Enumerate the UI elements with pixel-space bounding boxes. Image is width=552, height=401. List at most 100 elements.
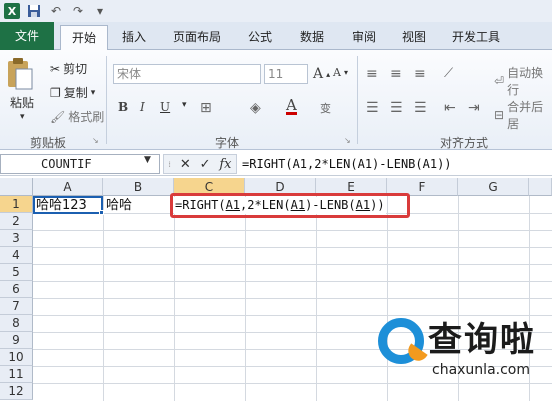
font-launcher-icon[interactable]: ↘	[344, 136, 351, 145]
paste-icon[interactable]	[6, 56, 36, 92]
bold-icon[interactable]: B	[118, 100, 128, 114]
row-header-3[interactable]: 3	[0, 230, 33, 247]
gridline	[33, 281, 552, 282]
highlight-box	[170, 193, 410, 218]
watermark-text: 查询啦	[428, 320, 536, 360]
merge-icon: ⊟	[494, 108, 505, 122]
format-painter-label: 格式刷	[68, 110, 105, 124]
watermark-url: chaxunla.com	[432, 362, 530, 378]
phonetic-icon[interactable]: 变	[320, 100, 331, 116]
row-header-11[interactable]: 11	[0, 366, 33, 383]
tab-formulas[interactable]: 公式	[238, 25, 282, 50]
orientation-icon[interactable]: ⟋	[444, 66, 453, 81]
group-label-font: 字体	[215, 136, 240, 150]
tab-insert[interactable]: 插入	[112, 25, 156, 50]
excel-icon[interactable]: X	[4, 3, 20, 19]
align-bottom-icon[interactable]: ≡	[414, 66, 426, 82]
font-name-combo[interactable]: 宋体	[113, 64, 261, 84]
column-header-b[interactable]: B	[103, 178, 174, 196]
tab-review[interactable]: 审阅	[342, 25, 386, 50]
column-header-g[interactable]: G	[458, 178, 529, 196]
splitter-icon: ⁞	[168, 159, 171, 169]
align-left-icon[interactable]: ☰	[366, 100, 379, 116]
row-header-2[interactable]: 2	[0, 213, 33, 230]
row-header-5[interactable]: 5	[0, 264, 33, 281]
save-icon[interactable]	[26, 3, 42, 19]
cell-selection-outline	[33, 196, 103, 214]
paste-button[interactable]: 粘贴	[10, 94, 34, 111]
cancel-icon[interactable]: ✕	[180, 157, 191, 172]
outdent-icon[interactable]: ⇥	[468, 100, 480, 116]
align-middle-icon[interactable]: ≡	[390, 66, 402, 82]
name-box-dropdown-icon[interactable]: ▼	[144, 155, 151, 165]
row-header-7[interactable]: 7	[0, 298, 33, 315]
undo-icon[interactable]: ↶	[48, 3, 64, 19]
cut-label: 剪切	[63, 62, 88, 76]
customize-qat-icon[interactable]: ▾	[92, 3, 108, 19]
scissors-icon: ✂	[50, 61, 61, 76]
gridline	[33, 230, 552, 231]
align-right-icon[interactable]: ☰	[414, 100, 427, 116]
borders-icon[interactable]: ⊞	[200, 100, 212, 116]
paste-dropdown-icon[interactable]: ▾	[20, 112, 25, 122]
tab-page-layout[interactable]: 页面布局	[166, 25, 228, 50]
wrap-text-icon: ⏎	[494, 74, 505, 88]
select-all-corner[interactable]	[0, 178, 33, 196]
quick-access-toolbar: X ↶ ↷ ▾	[0, 0, 552, 22]
copy-label: 复制	[63, 86, 88, 100]
align-center-icon[interactable]: ☰	[390, 100, 403, 116]
column-header-partial[interactable]	[529, 178, 552, 196]
italic-icon[interactable]: I	[140, 100, 145, 114]
brush-icon: 🖌	[50, 109, 66, 124]
formula-buttons: ⁞ ✕ ✓ fx	[163, 154, 237, 174]
fill-handle[interactable]	[99, 210, 104, 215]
redo-icon[interactable]: ↷	[70, 3, 86, 19]
group-label-clipboard: 剪贴板	[30, 136, 67, 150]
row-header-4[interactable]: 4	[0, 247, 33, 264]
cut-button[interactable]: ✂ 剪切	[50, 60, 87, 77]
row-header-12[interactable]: 12	[0, 383, 33, 400]
row-header-1[interactable]: 1	[0, 196, 33, 213]
enter-icon[interactable]: ✓	[200, 157, 211, 172]
ribbon-separator	[357, 56, 358, 144]
formula-bar: COUNTIF ▼ ⁞ ✕ ✓ fx =RIGHT(A1,2*LEN(A1)-L…	[0, 152, 552, 176]
merge-center-button[interactable]: ⊟ 合并后居	[494, 98, 552, 132]
gridline	[33, 264, 552, 265]
ribbon-separator	[106, 56, 107, 144]
tab-developer[interactable]: 开发工具	[444, 25, 508, 50]
gridline	[33, 247, 552, 248]
copy-button[interactable]: ❐ 复制 ▾	[50, 84, 95, 101]
merge-label: 合并后居	[507, 100, 544, 131]
clipboard-launcher-icon[interactable]: ↘	[92, 136, 99, 145]
row-header-9[interactable]: 9	[0, 332, 33, 349]
align-top-icon[interactable]: ≡	[366, 66, 378, 82]
insert-function-icon[interactable]: fx	[219, 157, 231, 172]
ribbon-home: 粘贴 ▾ ✂ 剪切 ❐ 复制 ▾ 🖌 格式刷 剪贴板 ↘ 宋体 11 A ▴ A ▾ B I…	[0, 50, 552, 150]
underline-dropdown-icon[interactable]: ▾	[182, 100, 187, 110]
font-size-combo[interactable]: 11	[264, 64, 308, 84]
fill-color-icon[interactable]: ◈	[250, 100, 261, 116]
formula-input[interactable]: =RIGHT(A1,2*LEN(A1)-LENB(A1))	[240, 154, 552, 174]
shrink-font-icon[interactable]: A ▾	[333, 66, 348, 79]
tab-home[interactable]: 开始	[60, 25, 108, 51]
watermark-logo: 查询啦 chaxunla.com	[378, 318, 552, 382]
copy-dropdown-icon: ▾	[90, 87, 96, 98]
gridline	[33, 298, 552, 299]
format-painter-button[interactable]: 🖌 格式刷	[50, 108, 104, 125]
row-header-10[interactable]: 10	[0, 349, 33, 366]
underline-icon[interactable]: U	[160, 100, 170, 114]
column-header-a[interactable]: A	[33, 178, 103, 196]
tab-data[interactable]: 数据	[290, 25, 334, 50]
group-label-alignment: 对齐方式	[440, 136, 489, 150]
wrap-text-button[interactable]: ⏎ 自动换行	[494, 64, 552, 98]
wrap-text-label: 自动换行	[507, 66, 544, 97]
row-header-6[interactable]: 6	[0, 281, 33, 298]
tab-file[interactable]: 文件	[0, 22, 54, 50]
tab-view[interactable]: 视图	[392, 25, 436, 50]
indent-icon[interactable]: ⇤	[444, 100, 456, 116]
name-box[interactable]: COUNTIF	[0, 154, 160, 174]
row-header-8[interactable]: 8	[0, 315, 33, 332]
cell-b1[interactable]: 哈哈	[106, 197, 132, 214]
grow-font-icon[interactable]: A ▴	[313, 66, 330, 82]
font-color-icon[interactable]: A	[286, 98, 297, 115]
